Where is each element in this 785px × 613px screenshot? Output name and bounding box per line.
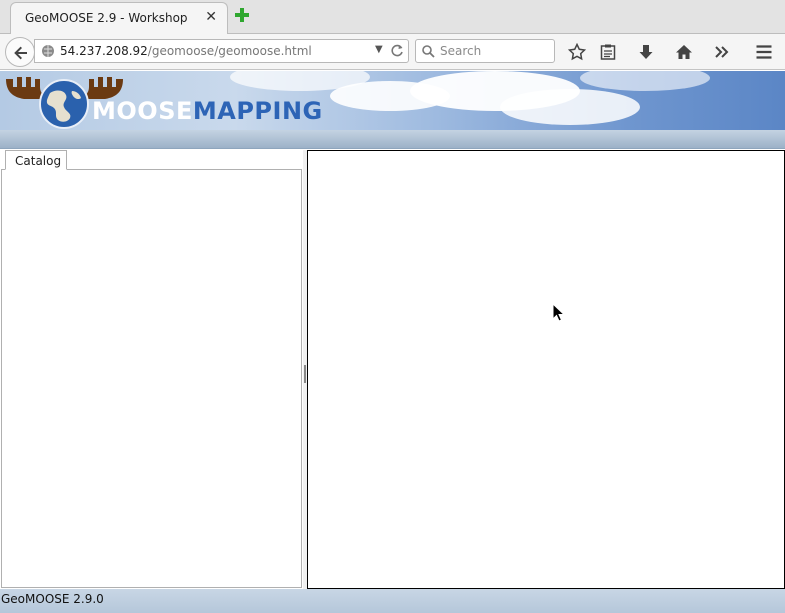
status-bar: GeoMOOSE 2.9.0 [0, 589, 785, 613]
app-toolbar [0, 130, 785, 149]
search-bar[interactable]: Search [415, 39, 555, 63]
header-cloud [580, 71, 710, 91]
splitter-grip[interactable] [304, 365, 306, 383]
url-text: 54.237.208.92/geomoose/geomoose.html [60, 44, 312, 58]
logo-moose: MOOSE [92, 97, 193, 125]
mouse-cursor-icon [552, 303, 566, 322]
url-host: 54.237.208.92 [60, 44, 148, 58]
back-arrow-icon [14, 46, 27, 60]
url-path: /geomoose/geomoose.html [147, 44, 312, 58]
tab-catalog-label: Catalog [15, 154, 62, 168]
tab-strip: GeoMOOSE 2.9 - Workshop ✕ [0, 0, 785, 35]
clipboard-icon[interactable] [599, 43, 617, 61]
close-icon[interactable]: ✕ [205, 9, 217, 25]
home-icon[interactable] [675, 43, 693, 61]
geomoose-page: MOOSEMAPPING Catalog GeoMOOSE 2.9.0 [0, 71, 785, 613]
reload-icon[interactable] [389, 43, 405, 59]
logo-text: MOOSEMAPPING [92, 97, 323, 125]
browser-window: GeoMOOSE 2.9 - Workshop ✕ 54.237.208.92/… [0, 0, 785, 613]
search-placeholder: Search [440, 44, 482, 58]
app-header: MOOSEMAPPING [0, 71, 785, 130]
hamburger-icon[interactable] [755, 43, 773, 61]
tab-catalog[interactable]: Catalog [5, 150, 67, 170]
url-bar[interactable]: 54.237.208.92/geomoose/geomoose.html ▼ [34, 39, 409, 63]
left-panel: Catalog [0, 150, 303, 589]
globe-icon[interactable] [41, 44, 55, 58]
navigation-bar: 54.237.208.92/geomoose/geomoose.html ▼ S… [0, 34, 785, 70]
logo-mapping: MAPPING [192, 97, 323, 125]
chevron-down-icon[interactable]: ▼ [375, 44, 383, 55]
plus-icon[interactable] [234, 7, 250, 23]
browser-tab[interactable]: GeoMOOSE 2.9 - Workshop ✕ [10, 2, 228, 35]
chevron-double-right-icon[interactable] [713, 43, 731, 61]
header-cloud [500, 89, 640, 125]
star-icon[interactable] [568, 43, 586, 61]
tab-title: GeoMOOSE 2.9 - Workshop [25, 11, 188, 25]
catalog-panel [1, 169, 302, 588]
search-icon [422, 45, 435, 58]
map-panel[interactable] [307, 150, 785, 589]
version-text: GeoMOOSE 2.9.0 [1, 592, 104, 606]
back-button[interactable] [5, 37, 35, 67]
download-icon[interactable] [637, 43, 655, 61]
